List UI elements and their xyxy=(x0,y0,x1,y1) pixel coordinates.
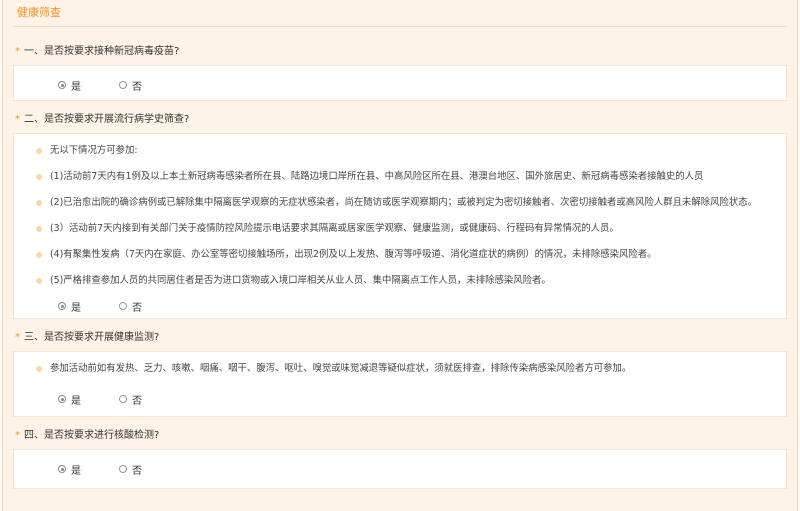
radio-group: 是 否 xyxy=(14,294,786,318)
required-mark: * xyxy=(15,46,20,57)
bullet-icon xyxy=(36,226,42,232)
radio-unchecked-icon[interactable] xyxy=(119,395,127,403)
question-3: * 三、是否按要求开展健康监测? 参加活动前如有发热、乏力、咳嗽、咽痛、咽干、腹泻… xyxy=(13,325,787,417)
question-4-body: 是 否 xyxy=(13,449,787,489)
list-item-text: (3）活动前7天内接到有关部门关于疫情防控风险提示电话要求其隔离或居家医学观察、… xyxy=(50,223,619,234)
list-item-text: (5)严格排查参加人员的共同居住者是否为进口货物或入境口岸相关从业人员、集中隔离… xyxy=(50,275,551,286)
list-item-text: (2)已治愈出院的确诊病例或已解除集中隔离医学观察的无症状感染者，尚在随访或医学… xyxy=(50,197,758,208)
radio-checked-icon[interactable] xyxy=(58,395,66,403)
question-label: * 三、是否按要求开展健康监测? xyxy=(13,325,787,351)
question-label: * 四、是否按要求进行核酸检测? xyxy=(13,423,787,449)
option-no[interactable]: 否 xyxy=(119,392,142,407)
option-yes[interactable]: 是 xyxy=(58,462,81,477)
list-item: (4)有聚集性发病（7天内在家庭、办公室等密切接触场所，出现2例及以上发热、腹泻… xyxy=(14,242,786,268)
list-item: (5)严格排查参加人员的共同居住者是否为进口货物或入境口岸相关从业人员、集中隔离… xyxy=(14,268,786,294)
section-title: 健康筛查 xyxy=(13,0,787,27)
question-label: * 二、是否按要求开展流行病学史筛查? xyxy=(13,107,787,133)
required-mark: * xyxy=(15,332,20,343)
required-mark: * xyxy=(15,114,20,125)
question-3-body: 参加活动前如有发热、乏力、咳嗽、咽痛、咽干、腹泻、呕吐、嗅觉或味觉减退等疑似症状… xyxy=(13,351,787,417)
radio-unchecked-icon[interactable] xyxy=(119,81,127,89)
radio-unchecked-icon[interactable] xyxy=(119,465,127,473)
list-item-text: 参加活动前如有发热、乏力、咳嗽、咽痛、咽干、腹泻、呕吐、嗅觉或味觉减退等疑似症状… xyxy=(50,363,632,374)
question-text: 三、是否按要求开展健康监测? xyxy=(24,332,160,343)
bullet-icon xyxy=(36,148,42,154)
bullet-icon xyxy=(36,200,42,206)
option-label: 否 xyxy=(132,465,142,477)
option-no[interactable]: 否 xyxy=(119,78,142,93)
radio-group: 是 否 xyxy=(14,454,786,484)
list-item-text: (1)活动前7天内有1例及以上本土新冠病毒感染者所在县、陆路边境口岸所在县、中高… xyxy=(50,171,704,182)
option-label: 是 xyxy=(71,302,81,314)
radio-checked-icon[interactable] xyxy=(58,465,66,473)
question-1: * 一、是否按要求接种新冠病毒疫苗? 是 否 xyxy=(13,39,787,101)
radio-checked-icon[interactable] xyxy=(58,302,66,310)
list-item: (1)活动前7天内有1例及以上本土新冠病毒感染者所在县、陆路边境口岸所在县、中高… xyxy=(14,164,786,190)
option-label: 是 xyxy=(71,395,81,407)
question-text: 四、是否按要求进行核酸检测? xyxy=(24,430,160,441)
bullet-icon xyxy=(36,174,42,180)
option-label: 否 xyxy=(132,81,142,93)
option-no[interactable]: 否 xyxy=(119,462,142,477)
option-label: 是 xyxy=(71,81,81,93)
question-label: * 一、是否按要求接种新冠病毒疫苗? xyxy=(13,39,787,65)
question-text: 二、是否按要求开展流行病学史筛查? xyxy=(24,114,190,125)
list-item: 参加活动前如有发热、乏力、咳嗽、咽痛、咽干、腹泻、呕吐、嗅觉或味觉减退等疑似症状… xyxy=(14,356,786,382)
list-item: (3）活动前7天内接到有关部门关于疫情防控风险提示电话要求其隔离或居家医学观察、… xyxy=(14,216,786,242)
question-4: * 四、是否按要求进行核酸检测? 是 否 xyxy=(13,423,787,489)
bullet-icon xyxy=(36,278,42,284)
radio-group: 是 否 xyxy=(14,70,786,100)
radio-checked-icon[interactable] xyxy=(58,81,66,89)
question-text: 一、是否按要求接种新冠病毒疫苗? xyxy=(24,46,180,57)
list-item-text: 无以下情况方可参加: xyxy=(50,145,138,156)
bullet-icon xyxy=(36,252,42,258)
bullet-icon xyxy=(36,366,42,372)
radio-unchecked-icon[interactable] xyxy=(119,302,127,310)
list-item: (2)已治愈出院的确诊病例或已解除集中隔离医学观察的无症状感染者，尚在随访或医学… xyxy=(14,190,786,216)
question-2: * 二、是否按要求开展流行病学史筛查? 无以下情况方可参加: (1)活动前7天内有… xyxy=(13,107,787,319)
option-yes[interactable]: 是 xyxy=(58,299,81,314)
option-no[interactable]: 否 xyxy=(119,299,142,314)
question-2-body: 无以下情况方可参加: (1)活动前7天内有1例及以上本土新冠病毒感染者所在县、陆… xyxy=(13,133,787,319)
option-yes[interactable]: 是 xyxy=(58,78,81,93)
option-label: 否 xyxy=(132,302,142,314)
option-label: 否 xyxy=(132,395,142,407)
list-item: 无以下情况方可参加: xyxy=(14,138,786,164)
required-mark: * xyxy=(15,430,20,441)
option-label: 是 xyxy=(71,465,81,477)
list-item-text: (4)有聚集性发病（7天内在家庭、办公室等密切接触场所，出现2例及以上发热、腹泻… xyxy=(50,249,657,260)
radio-group: 是 否 xyxy=(14,382,786,416)
health-screening-form: 健康筛查 * 一、是否按要求接种新冠病毒疫苗? 是 否 * 二、是否按要求开展流行病… xyxy=(2,0,798,511)
question-1-body: 是 否 xyxy=(13,65,787,101)
option-yes[interactable]: 是 xyxy=(58,392,81,407)
